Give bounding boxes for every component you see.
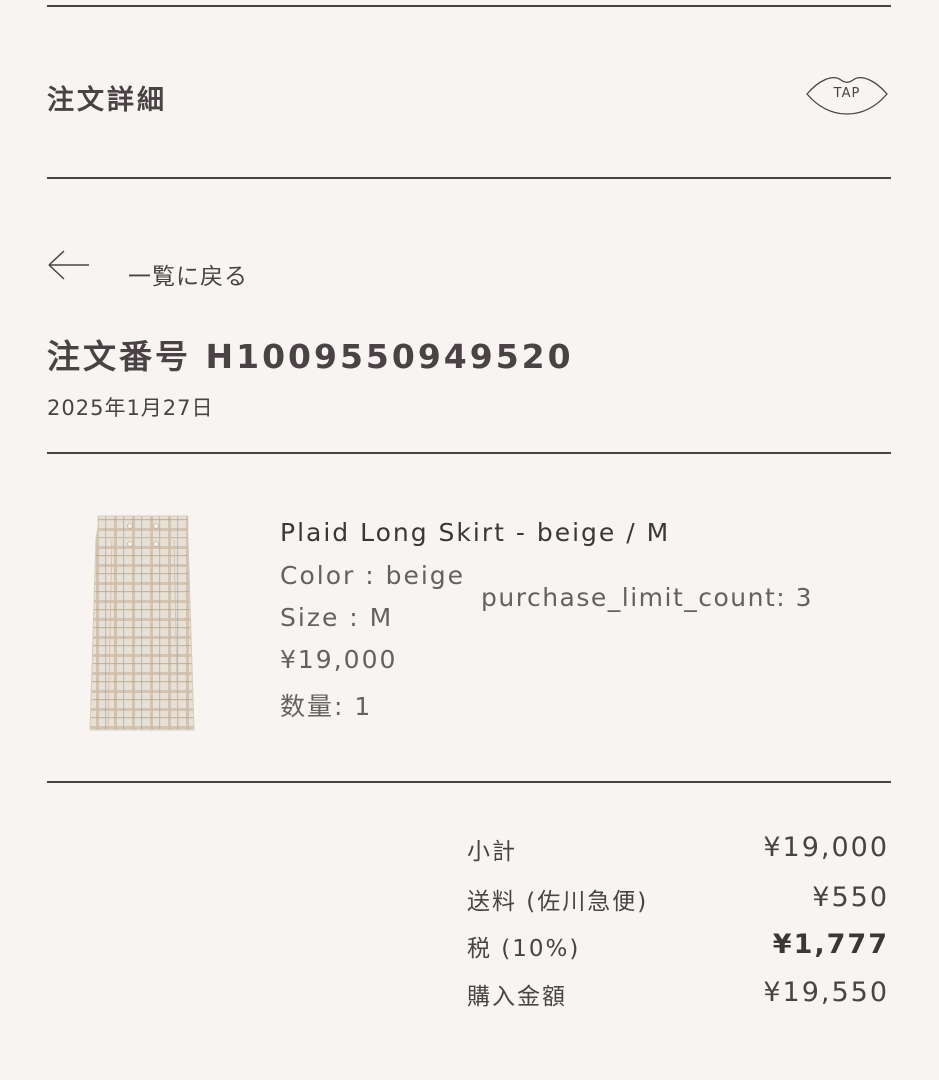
header-divider (47, 177, 891, 179)
product-quantity: 数量: 1 (280, 692, 373, 721)
summary-value: ¥19,000 (763, 832, 889, 863)
summary-value: ¥19,550 (763, 977, 889, 1008)
summary-row-tax: 税 (10%) ¥1,777 (467, 929, 889, 965)
product-color: Color : beige (280, 561, 466, 590)
order-divider (47, 452, 891, 454)
tap-button-label: TAP (833, 86, 861, 101)
summary-row-total: 購入金額 ¥19,550 (467, 977, 889, 1013)
product-price: ¥19,000 (280, 645, 398, 674)
plaid-skirt-image (89, 515, 195, 731)
back-to-list-link[interactable]: 一覧に戻る (47, 248, 277, 292)
top-divider (47, 5, 891, 7)
product-image[interactable] (78, 510, 208, 742)
summary-row-subtotal: 小計 ¥19,000 (467, 832, 889, 868)
order-number: 注文番号 H1009550949520 (47, 337, 574, 376)
summary-label: 小計 (467, 839, 517, 865)
summary-label: 購入金額 (467, 984, 567, 1010)
product-size: Size : M (280, 603, 394, 632)
summary-value: ¥550 (812, 882, 889, 913)
product-name[interactable]: Plaid Long Skirt - beige / M (280, 518, 670, 547)
arrow-left-icon (48, 250, 89, 280)
summary-label: 税 (10%) (467, 936, 581, 962)
items-divider (47, 781, 891, 783)
page-title: 注文詳細 (47, 85, 167, 116)
summary-row-shipping: 送料 (佐川急便) ¥550 (467, 882, 889, 918)
tap-button[interactable]: TAP (805, 72, 889, 116)
summary-label: 送料 (佐川急便) (467, 889, 649, 915)
back-label: 一覧に戻る (128, 264, 248, 290)
purchase-limit-count: purchase_limit_count: 3 (481, 583, 814, 612)
summary-value: ¥1,777 (772, 929, 889, 960)
order-date: 2025年1月27日 (47, 396, 214, 420)
